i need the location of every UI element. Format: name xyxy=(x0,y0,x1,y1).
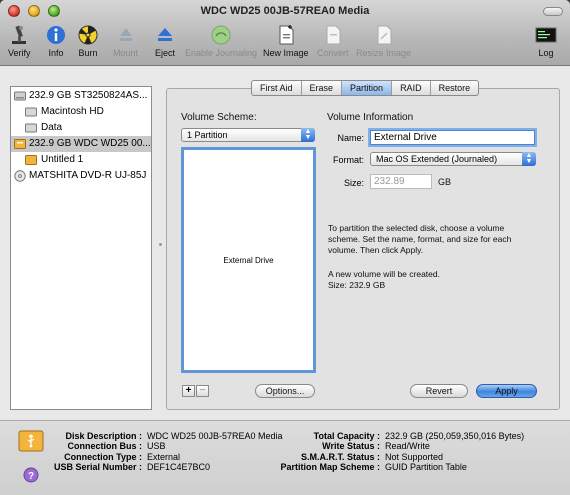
sidebar-item-dvd-drive[interactable]: MATSHITA DVD-R UJ-85J xyxy=(11,168,151,184)
burn-icon xyxy=(78,25,98,45)
toolbar-label-journaling: Enable Journaling xyxy=(185,48,258,58)
microscope-icon xyxy=(12,25,27,44)
tab-bar: First Aid Erase Partition RAID Restore xyxy=(251,80,480,96)
size-unit: GB xyxy=(438,177,452,187)
toolbar-label-new-image: New Image xyxy=(263,48,309,58)
name-field[interactable]: External Drive xyxy=(370,130,535,145)
volume-scheme-label: Volume Scheme: xyxy=(181,112,257,123)
log-button[interactable]: Log xyxy=(535,24,557,58)
hard-disk-icon xyxy=(14,91,26,101)
format-popup[interactable]: Mac OS Extended (Journaled) ▲ ▼ xyxy=(370,152,536,166)
disk-description-key: Disk Description : xyxy=(65,431,142,441)
status-line-1: A new volume will be created. xyxy=(328,269,440,279)
popup-arrows-icon: ▲ ▼ xyxy=(522,152,536,166)
partition-instructions: To partition the selected disk, choose a… xyxy=(328,223,512,255)
verify-button[interactable]: Verify xyxy=(8,24,31,58)
partition-map-key: Partition Map Scheme : xyxy=(280,462,380,472)
partition-block-label: External Drive xyxy=(223,256,274,265)
connection-bus-value: USB xyxy=(147,441,166,451)
smart-status-value: Not Supported xyxy=(385,452,444,462)
svg-text:?: ? xyxy=(28,471,34,482)
window-title: WDC WD25 00JB-57REA0 Media xyxy=(200,5,370,17)
eject-button[interactable]: Eject xyxy=(154,24,176,58)
tab-first-aid[interactable]: First Aid xyxy=(252,81,302,95)
toolbar-label-convert: Convert xyxy=(317,48,349,58)
toolbar-label-log: Log xyxy=(538,48,554,58)
write-status-key: Write Status : xyxy=(322,441,380,451)
toolbar-label-resize-image: Resize Image xyxy=(356,48,412,58)
status-line-2: Size: 232.9 GB xyxy=(328,280,386,290)
total-capacity-value: 232.9 GB (250,059,350,016 Bytes) xyxy=(385,431,525,441)
toolbar-label-mount: Mount xyxy=(113,48,139,58)
external-disk-icon xyxy=(14,139,26,149)
new-image-icon xyxy=(279,25,294,45)
sidebar-item-untitled-1[interactable]: Untitled 1 xyxy=(11,152,151,168)
add-partition-button[interactable]: + xyxy=(182,385,195,397)
tab-raid[interactable]: RAID xyxy=(392,81,431,95)
resize-image-icon xyxy=(377,25,392,45)
disk-info-bar: ? Disk Description : WDC WD25 00JB-57REA… xyxy=(0,420,570,495)
tab-erase[interactable]: Erase xyxy=(302,81,343,95)
new-image-button[interactable]: New Image xyxy=(263,24,309,58)
log-icon xyxy=(535,27,557,43)
sidebar-item-macintosh-hd[interactable]: Macintosh HD xyxy=(11,104,151,120)
sidebar-item-wdc-wd25[interactable]: 232.9 GB WDC WD25 00... xyxy=(11,136,151,152)
connection-type-value: External xyxy=(147,452,181,462)
volume-information-label: Volume Information xyxy=(327,112,414,123)
toolbar-toggle-button[interactable] xyxy=(543,7,563,16)
apply-button[interactable]: Apply xyxy=(476,384,537,398)
volume-scheme-popup[interactable]: 1 Partition ▲ ▼ xyxy=(181,128,315,142)
resize-image-button[interactable]: Resize Image xyxy=(356,24,411,58)
help-icon[interactable]: ? xyxy=(23,467,39,483)
eject-icon xyxy=(158,28,172,41)
usb-serial-value: DEF1C4E7BC0 xyxy=(147,462,211,472)
journaling-icon xyxy=(211,25,231,45)
remove-partition-button[interactable]: − xyxy=(196,385,209,397)
options-button[interactable]: Options... xyxy=(255,384,315,398)
mount-button[interactable]: Mount xyxy=(113,24,138,58)
write-status-value: Read/Write xyxy=(385,441,430,451)
tab-restore[interactable]: Restore xyxy=(431,81,479,95)
connection-type-key: Connection Type : xyxy=(64,452,142,462)
name-label: Name: xyxy=(337,133,364,143)
enable-journaling-button[interactable]: Enable Journaling xyxy=(185,24,257,58)
toolbar-label-burn: Burn xyxy=(78,48,98,58)
convert-button[interactable]: Convert xyxy=(317,24,349,58)
toolbar-label-info: Info xyxy=(48,48,64,58)
format-value: Mac OS Extended (Journaled) xyxy=(376,154,498,164)
usb-serial-key: USB Serial Number : xyxy=(53,462,142,472)
volume-icon xyxy=(25,107,37,117)
sidebar-item-data[interactable]: Data xyxy=(11,120,151,136)
size-label: Size: xyxy=(343,178,364,188)
optical-drive-icon xyxy=(14,170,26,182)
splitter-handle[interactable] xyxy=(159,243,162,246)
popup-arrows-icon: ▲ ▼ xyxy=(301,128,315,142)
volume-icon xyxy=(25,123,37,133)
toolbar-label-verify: Verify xyxy=(8,48,31,58)
mount-icon xyxy=(119,28,132,41)
total-capacity-key: Total Capacity : xyxy=(313,431,380,441)
disk-list-sidebar: 232.9 GB ST3250824AS... Macintosh HD Dat… xyxy=(10,86,152,410)
toolbar: WDC WD25 00JB-57REA0 Media Verify Info B… xyxy=(0,0,570,66)
partition-map-value: GUID Partition Table xyxy=(385,462,467,472)
smart-status-key: S.M.A.R.T. Status : xyxy=(300,452,380,462)
connection-bus-key: Connection Bus : xyxy=(67,441,143,451)
info-icon xyxy=(47,26,65,44)
disk-utility-window: WDC WD25 00JB-57REA0 Media Verify Info B… xyxy=(0,0,570,495)
external-volume-icon xyxy=(25,155,37,165)
burn-button[interactable]: Burn xyxy=(77,24,99,58)
info-button[interactable]: Info xyxy=(45,24,67,58)
revert-button[interactable]: Revert xyxy=(410,384,468,398)
format-label: Format: xyxy=(332,155,364,165)
partition-layout-area[interactable]: External Drive xyxy=(181,147,316,373)
toolbar-label-eject: Eject xyxy=(154,48,175,58)
size-field[interactable]: 232.89 xyxy=(370,174,432,189)
volume-scheme-value: 1 Partition xyxy=(187,130,228,140)
sidebar-item-st3250824as[interactable]: 232.9 GB ST3250824AS... xyxy=(11,88,151,104)
tab-partition[interactable]: Partition xyxy=(342,81,393,95)
convert-icon xyxy=(326,25,341,45)
